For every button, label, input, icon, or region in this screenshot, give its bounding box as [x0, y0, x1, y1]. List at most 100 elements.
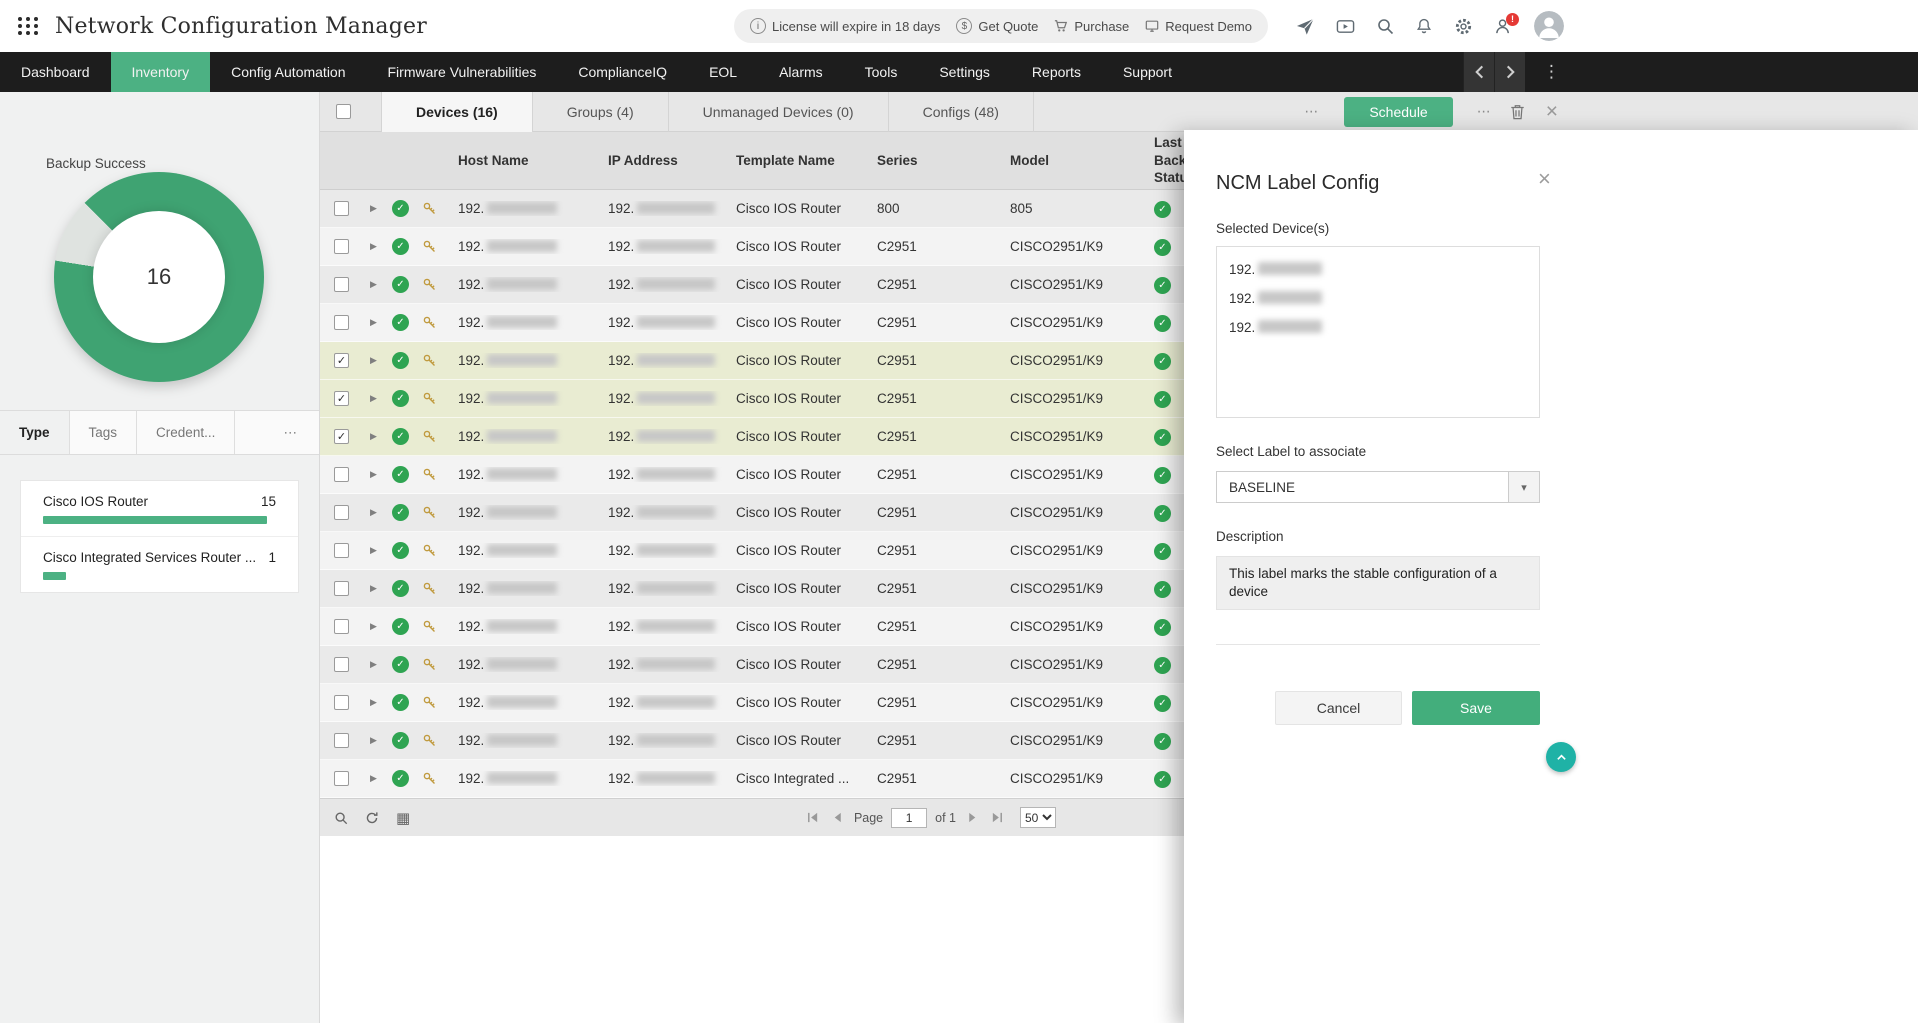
expand-row-icon[interactable]: ▶	[364, 545, 392, 556]
tab-unmanaged-devices-0[interactable]: Unmanaged Devices (0)	[668, 92, 888, 132]
ip-address-cell: 192.	[600, 543, 722, 558]
table-search-icon[interactable]	[334, 811, 348, 825]
sidebar-tab-credent[interactable]: Credent...	[137, 411, 235, 454]
tab-devices-16[interactable]: Devices (16)	[381, 92, 532, 132]
nav-item-eol[interactable]: EOL	[688, 52, 758, 92]
row-checkbox[interactable]	[334, 467, 349, 482]
toolbar-more-right-icon[interactable]: ⋯	[1471, 103, 1499, 120]
backup-ok-icon: ✓	[1154, 391, 1171, 408]
type-list-item[interactable]: Cisco Integrated Services Router ... 1	[21, 536, 298, 592]
backup-success-donut[interactable]: 16	[54, 172, 264, 382]
apps-grid-icon[interactable]	[18, 17, 39, 35]
expand-row-icon[interactable]: ▶	[364, 317, 392, 328]
save-button[interactable]: Save	[1412, 691, 1540, 725]
redacted-device	[1258, 291, 1322, 304]
previous-page-icon[interactable]	[829, 809, 846, 826]
row-checkbox[interactable]	[334, 733, 349, 748]
ip-address-cell: 192.	[600, 353, 722, 368]
sidebar-tab-tags[interactable]: Tags	[70, 411, 138, 454]
row-checkbox[interactable]	[334, 695, 349, 710]
row-checkbox[interactable]	[334, 201, 349, 216]
column-header-model[interactable]: Model	[994, 153, 1134, 168]
column-header-template-name[interactable]: Template Name	[722, 153, 862, 168]
purchase-link[interactable]: Purchase	[1054, 19, 1129, 34]
sidebar-tabs-more-icon[interactable]: ⋯	[264, 411, 320, 454]
nav-item-inventory[interactable]: Inventory	[111, 52, 211, 92]
type-list-item[interactable]: Cisco IOS Router 15	[21, 481, 298, 536]
nav-item-alarms[interactable]: Alarms	[758, 52, 844, 92]
delete-trash-icon[interactable]	[1510, 104, 1525, 120]
select-all-checkbox[interactable]	[336, 104, 351, 119]
expand-row-icon[interactable]: ▶	[364, 773, 392, 784]
page-number-input[interactable]	[891, 808, 927, 828]
nav-item-dashboard[interactable]: Dashboard	[0, 52, 111, 92]
refresh-icon[interactable]	[365, 811, 379, 825]
schedule-button[interactable]: Schedule	[1344, 97, 1452, 127]
sidebar-tab-type[interactable]: Type	[0, 411, 70, 454]
expand-row-icon[interactable]: ▶	[364, 735, 392, 746]
search-icon[interactable]	[1376, 17, 1394, 35]
panel-close-icon[interactable]: ×	[1538, 168, 1551, 190]
column-chooser-icon[interactable]: ▦	[396, 809, 410, 827]
close-view-icon[interactable]: ×	[1546, 101, 1558, 122]
page-size-select[interactable]: 50	[1020, 807, 1056, 828]
row-checkbox[interactable]	[334, 315, 349, 330]
expand-row-icon[interactable]: ▶	[364, 431, 392, 442]
expand-row-icon[interactable]: ▶	[364, 241, 392, 252]
column-header-series[interactable]: Series	[862, 153, 994, 168]
request-demo-link[interactable]: Request Demo	[1145, 19, 1252, 34]
nav-item-config-automation[interactable]: Config Automation	[210, 52, 366, 92]
send-icon[interactable]	[1296, 17, 1315, 36]
expand-row-icon[interactable]: ▶	[364, 621, 392, 632]
row-checkbox[interactable]: ✓	[334, 353, 349, 368]
notifications-bell-icon[interactable]	[1415, 17, 1433, 35]
user-avatar[interactable]	[1534, 11, 1564, 41]
row-checkbox[interactable]: ✓	[334, 391, 349, 406]
nav-item-firmware-vulnerabilities[interactable]: Firmware Vulnerabilities	[367, 52, 558, 92]
chevron-down-icon[interactable]: ▾	[1508, 472, 1539, 502]
get-quote-link[interactable]: $ Get Quote	[956, 18, 1038, 34]
expand-row-icon[interactable]: ▶	[364, 583, 392, 594]
first-page-icon[interactable]	[804, 809, 821, 826]
label-select[interactable]: BASELINE ▾	[1216, 471, 1540, 503]
support-bubble[interactable]	[1546, 742, 1576, 772]
tab-configs-48[interactable]: Configs (48)	[888, 92, 1034, 132]
user-alert-icon[interactable]: !	[1494, 17, 1513, 36]
video-icon[interactable]	[1336, 17, 1355, 36]
row-checkbox[interactable]	[334, 277, 349, 292]
next-page-icon[interactable]	[964, 809, 981, 826]
column-header-host-name[interactable]: Host Name	[448, 153, 600, 168]
managed-status-icon: ✓	[392, 504, 409, 521]
nav-item-settings[interactable]: Settings	[918, 52, 1011, 92]
nav-item-support[interactable]: Support	[1102, 52, 1193, 92]
row-checkbox[interactable]	[334, 239, 349, 254]
expand-row-icon[interactable]: ▶	[364, 393, 392, 404]
expand-row-icon[interactable]: ▶	[364, 279, 392, 290]
expand-row-icon[interactable]: ▶	[364, 469, 392, 480]
nav-item-complianceiq[interactable]: ComplianceIQ	[557, 52, 688, 92]
row-checkbox[interactable]: ✓	[334, 429, 349, 444]
expand-row-icon[interactable]: ▶	[364, 697, 392, 708]
expand-row-icon[interactable]: ▶	[364, 507, 392, 518]
nav-scroll-right-icon[interactable]	[1494, 52, 1525, 92]
cancel-button[interactable]: Cancel	[1275, 691, 1402, 725]
expand-row-icon[interactable]: ▶	[364, 659, 392, 670]
toolbar-more-left-icon[interactable]: ⋯	[1298, 103, 1326, 120]
row-checkbox[interactable]	[334, 771, 349, 786]
expand-row-icon[interactable]: ▶	[364, 355, 392, 366]
nav-overflow-icon[interactable]: ⋮	[1539, 62, 1564, 82]
row-checkbox[interactable]	[334, 657, 349, 672]
nav-scroll-left-icon[interactable]	[1463, 52, 1494, 92]
nav-item-tools[interactable]: Tools	[844, 52, 919, 92]
tab-groups-4[interactable]: Groups (4)	[532, 92, 668, 132]
row-checkbox[interactable]	[334, 543, 349, 558]
expand-row-icon[interactable]: ▶	[364, 203, 392, 214]
nav-item-reports[interactable]: Reports	[1011, 52, 1102, 92]
row-checkbox[interactable]	[334, 505, 349, 520]
last-page-icon[interactable]	[989, 809, 1006, 826]
row-checkbox[interactable]	[334, 619, 349, 634]
row-checkbox[interactable]	[334, 581, 349, 596]
column-header-ip-address[interactable]: IP Address	[600, 153, 722, 168]
description-field[interactable]: This label marks the stable configuratio…	[1216, 556, 1540, 610]
settings-gear-icon[interactable]	[1454, 17, 1473, 36]
